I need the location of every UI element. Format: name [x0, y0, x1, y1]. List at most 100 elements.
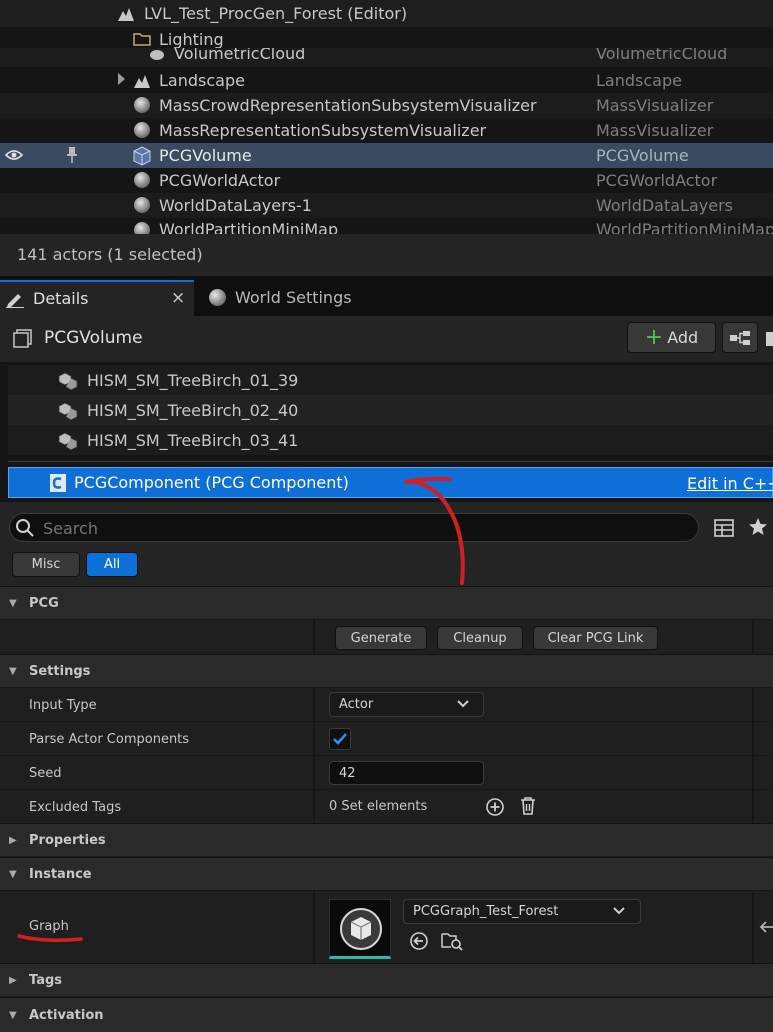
actor-type: WorldDataLayers: [596, 196, 733, 215]
property-label: Input Type: [29, 698, 97, 713]
property-parse-actor-components: Parse Actor Components: [0, 721, 773, 755]
section-settings[interactable]: ▼ Settings: [0, 654, 773, 687]
tab-close-icon[interactable]: ×: [171, 288, 185, 308]
trash-icon[interactable]: [519, 796, 537, 820]
tab-details[interactable]: Details ×: [0, 280, 194, 316]
outliner-row-landscape[interactable]: Landscape Landscape: [0, 68, 773, 93]
actor-type: MassVisualizer: [596, 96, 714, 115]
use-selected-arrow-icon[interactable]: [409, 931, 429, 955]
cpp-class-icon: [49, 473, 67, 497]
column-divider: [313, 688, 315, 721]
add-component-button[interactable]: + Add: [627, 322, 716, 353]
add-element-icon[interactable]: [485, 797, 505, 821]
section-properties[interactable]: ▶ Properties: [0, 823, 773, 856]
actor-name: MassRepresentationSubsystemVisualizer: [159, 121, 487, 140]
graph-thumbnail[interactable]: [329, 899, 391, 959]
actor-type: VolumetricCloud: [596, 48, 728, 63]
outliner-row-mass-representation[interactable]: MassRepresentationSubsystemVisualizer Ma…: [0, 118, 773, 143]
column-divider: [313, 722, 315, 755]
tree-separator: [8, 461, 773, 462]
clear-pcg-link-button[interactable]: Clear PCG Link: [533, 626, 658, 650]
blueprint-hierarchy-button[interactable]: [722, 322, 758, 353]
parse-checkbox[interactable]: [329, 728, 351, 750]
header-edge: [766, 332, 773, 346]
collapse-arrow-icon: ▼: [9, 868, 17, 880]
edit-in-cpp-link[interactable]: Edit in C++: [687, 474, 773, 493]
section-label: Tags: [29, 972, 63, 988]
outliner-row-world-data-layers[interactable]: WorldDataLayers-1 WorldDataLayers: [0, 193, 773, 218]
filter-all-button[interactable]: All: [86, 552, 138, 577]
property-label: Graph: [29, 919, 69, 934]
outliner-row-volumetric-cloud[interactable]: VolumetricCloud VolumetricCloud: [0, 48, 773, 67]
level-name: LVL_Test_ProcGen_Forest (Editor): [144, 4, 408, 23]
actor-type: WorldPartitionMiniMap: [596, 220, 773, 234]
chevron-down-icon: [612, 905, 626, 921]
details-pencil-icon: [5, 290, 25, 312]
input-type-dropdown[interactable]: Actor: [329, 692, 484, 717]
outliner-row-mass-crowd[interactable]: MassCrowdRepresentationSubsystemVisualiz…: [0, 93, 773, 118]
add-button-label: Add: [667, 328, 699, 347]
actor-type: PCGVolume: [596, 146, 689, 165]
world-outliner: LVL_Test_ProcGen_Forest (Editor) Lightin…: [0, 0, 773, 240]
component-row[interactable]: HISM_SM_TreeBirch_01_39: [8, 365, 773, 395]
collapse-arrow-icon: ▼: [9, 597, 17, 609]
column-divider: [313, 756, 315, 789]
instanced-mesh-icon: [58, 432, 78, 454]
section-tags[interactable]: ▶ Tags: [0, 963, 773, 996]
cleanup-button[interactable]: Cleanup: [437, 626, 523, 650]
pcg-buttons-row: Generate Cleanup Clear PCG Link: [0, 619, 773, 654]
property-label: Excluded Tags: [29, 800, 122, 815]
component-row[interactable]: HISM_SM_TreeBirch_03_41: [8, 425, 773, 455]
property-matrix-icon[interactable]: [714, 519, 734, 541]
actor-type: Landscape: [596, 71, 682, 90]
actor-sphere-icon: [134, 197, 150, 213]
cloud-icon: [148, 48, 166, 63]
visibility-eye-icon[interactable]: [4, 147, 24, 165]
dropdown-value: Actor: [339, 697, 374, 712]
tab-details-label: Details: [33, 289, 89, 308]
tab-world-settings[interactable]: World Settings: [196, 280, 396, 316]
section-instance[interactable]: ▼ Instance: [0, 857, 773, 890]
search-box[interactable]: [9, 513, 699, 542]
actor-sphere-icon: [134, 172, 150, 188]
search-filter-area: Misc All: [0, 502, 773, 586]
column-divider: [752, 688, 754, 721]
actor-name: MassCrowdRepresentationSubsystemVisualiz…: [159, 96, 537, 115]
outliner-row-pcg-volume[interactable]: PCGVolume PCGVolume: [0, 143, 773, 168]
section-pcg[interactable]: ▼ PCG: [0, 586, 773, 619]
reset-arrow-icon[interactable]: [758, 920, 773, 938]
seed-input[interactable]: 42: [329, 761, 484, 785]
graph-asset-icon: [340, 908, 382, 950]
outliner-level-row[interactable]: LVL_Test_ProcGen_Forest (Editor): [0, 0, 773, 27]
favorites-star-icon[interactable]: [748, 517, 768, 541]
hierarchy-icon: [730, 330, 750, 345]
browse-asset-icon[interactable]: [441, 931, 463, 955]
section-activation[interactable]: ▼ Activation: [0, 997, 773, 1032]
outliner-row-world-partition-minimap[interactable]: WorldPartitionMiniMap WorldPartitionMini…: [0, 218, 773, 234]
expand-arrow-icon[interactable]: [118, 73, 125, 85]
expand-arrow-icon: ▶: [9, 974, 17, 986]
graph-asset-dropdown[interactable]: PCGGraph_Test_Forest: [403, 899, 641, 924]
expand-arrow-icon: ▶: [9, 834, 17, 846]
column-divider: [313, 891, 315, 963]
search-input[interactable]: [43, 517, 683, 539]
selected-component-name: PCGComponent (PCG Component): [74, 473, 349, 492]
component-name: HISM_SM_TreeBirch_02_40: [87, 401, 299, 420]
column-divider: [752, 620, 754, 654]
folder-label: Lighting: [159, 30, 224, 49]
component-row[interactable]: HISM_SM_TreeBirch_02_40: [8, 395, 773, 425]
property-graph: Graph PCGGraph_Test_Forest: [0, 890, 773, 963]
generate-button[interactable]: Generate: [335, 626, 427, 650]
tab-bar: Details × World Settings: [0, 276, 773, 316]
instanced-mesh-icon: [58, 402, 78, 424]
collapse-arrow-icon: ▼: [9, 1009, 17, 1021]
component-name: HISM_SM_TreeBirch_01_39: [87, 371, 299, 390]
filter-misc-button[interactable]: Misc: [12, 552, 80, 577]
section-label: Activation: [29, 1007, 104, 1023]
dropdown-value: PCGGraph_Test_Forest: [413, 904, 559, 919]
selected-component-row[interactable]: PCGComponent (PCG Component) Edit in C++: [8, 467, 773, 498]
outliner-row-pcg-world-actor[interactable]: PCGWorldActor PCGWorldActor: [0, 168, 773, 193]
pin-icon[interactable]: [64, 146, 82, 164]
column-divider: [313, 620, 315, 654]
section-label: Settings: [29, 663, 91, 679]
